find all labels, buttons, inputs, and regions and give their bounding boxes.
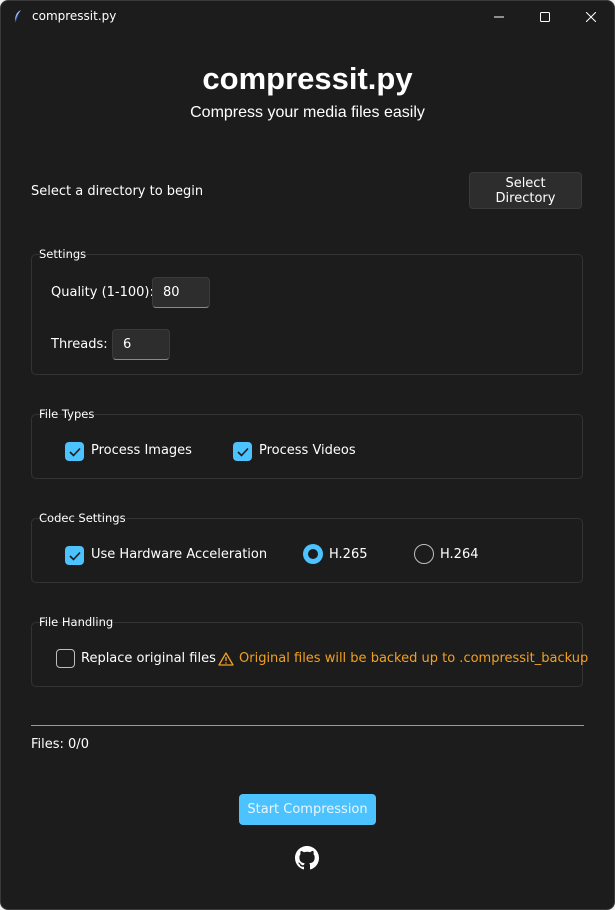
h265-label: H.265 xyxy=(329,547,368,562)
backup-warning-text: Original files will be backed up to .com… xyxy=(239,651,589,666)
process-videos-label: Process Videos xyxy=(259,443,356,458)
progress-divider xyxy=(31,725,584,726)
window-title: compressit.py xyxy=(32,9,117,23)
replace-original-checkbox[interactable] xyxy=(56,649,75,668)
hardware-acceleration-label: Use Hardware Acceleration xyxy=(91,547,268,562)
files-count: Files: 0/0 xyxy=(31,737,89,752)
checkmark-icon xyxy=(68,447,81,457)
start-compression-button[interactable]: Start Compression xyxy=(239,794,376,825)
threads-label: Threads: xyxy=(51,337,108,352)
settings-group-label: Settings xyxy=(39,247,87,261)
file-handling-group-label: File Handling xyxy=(39,615,114,629)
maximize-button[interactable] xyxy=(522,1,568,33)
app-window: compressit.py compressit.py Compress you… xyxy=(0,0,615,910)
process-images-checkbox[interactable] xyxy=(65,442,84,461)
h264-label: H.264 xyxy=(440,547,479,562)
process-images-label: Process Images xyxy=(91,443,192,458)
file-types-group-label: File Types xyxy=(39,407,95,421)
quality-label: Quality (1-100): xyxy=(51,285,154,300)
process-videos-checkbox[interactable] xyxy=(233,442,252,461)
checkmark-icon xyxy=(236,447,249,457)
github-icon[interactable] xyxy=(295,846,319,870)
h264-radio[interactable] xyxy=(414,544,434,564)
backup-warning: Original files will be backed up to .com… xyxy=(218,651,588,666)
directory-prompt: Select a directory to begin xyxy=(31,184,204,199)
threads-input[interactable] xyxy=(112,329,170,360)
warning-icon xyxy=(218,651,234,666)
minimize-icon xyxy=(494,16,504,18)
app-title: compressit.py xyxy=(202,61,413,96)
h265-radio[interactable] xyxy=(303,544,323,564)
codec-settings-group-label: Codec Settings xyxy=(39,511,126,525)
checkmark-icon xyxy=(68,551,81,561)
replace-original-label: Replace original files xyxy=(81,651,216,666)
select-directory-button[interactable]: Select Directory xyxy=(469,172,582,209)
hardware-acceleration-checkbox[interactable] xyxy=(65,546,84,565)
feather-icon xyxy=(14,10,21,23)
maximize-icon xyxy=(540,12,550,22)
minimize-button[interactable] xyxy=(476,1,522,33)
close-icon xyxy=(586,12,596,22)
quality-input[interactable] xyxy=(152,277,210,308)
title-bar: compressit.py xyxy=(1,1,614,33)
close-button[interactable] xyxy=(568,1,614,33)
app-subtitle: Compress your media files easily xyxy=(190,104,425,121)
